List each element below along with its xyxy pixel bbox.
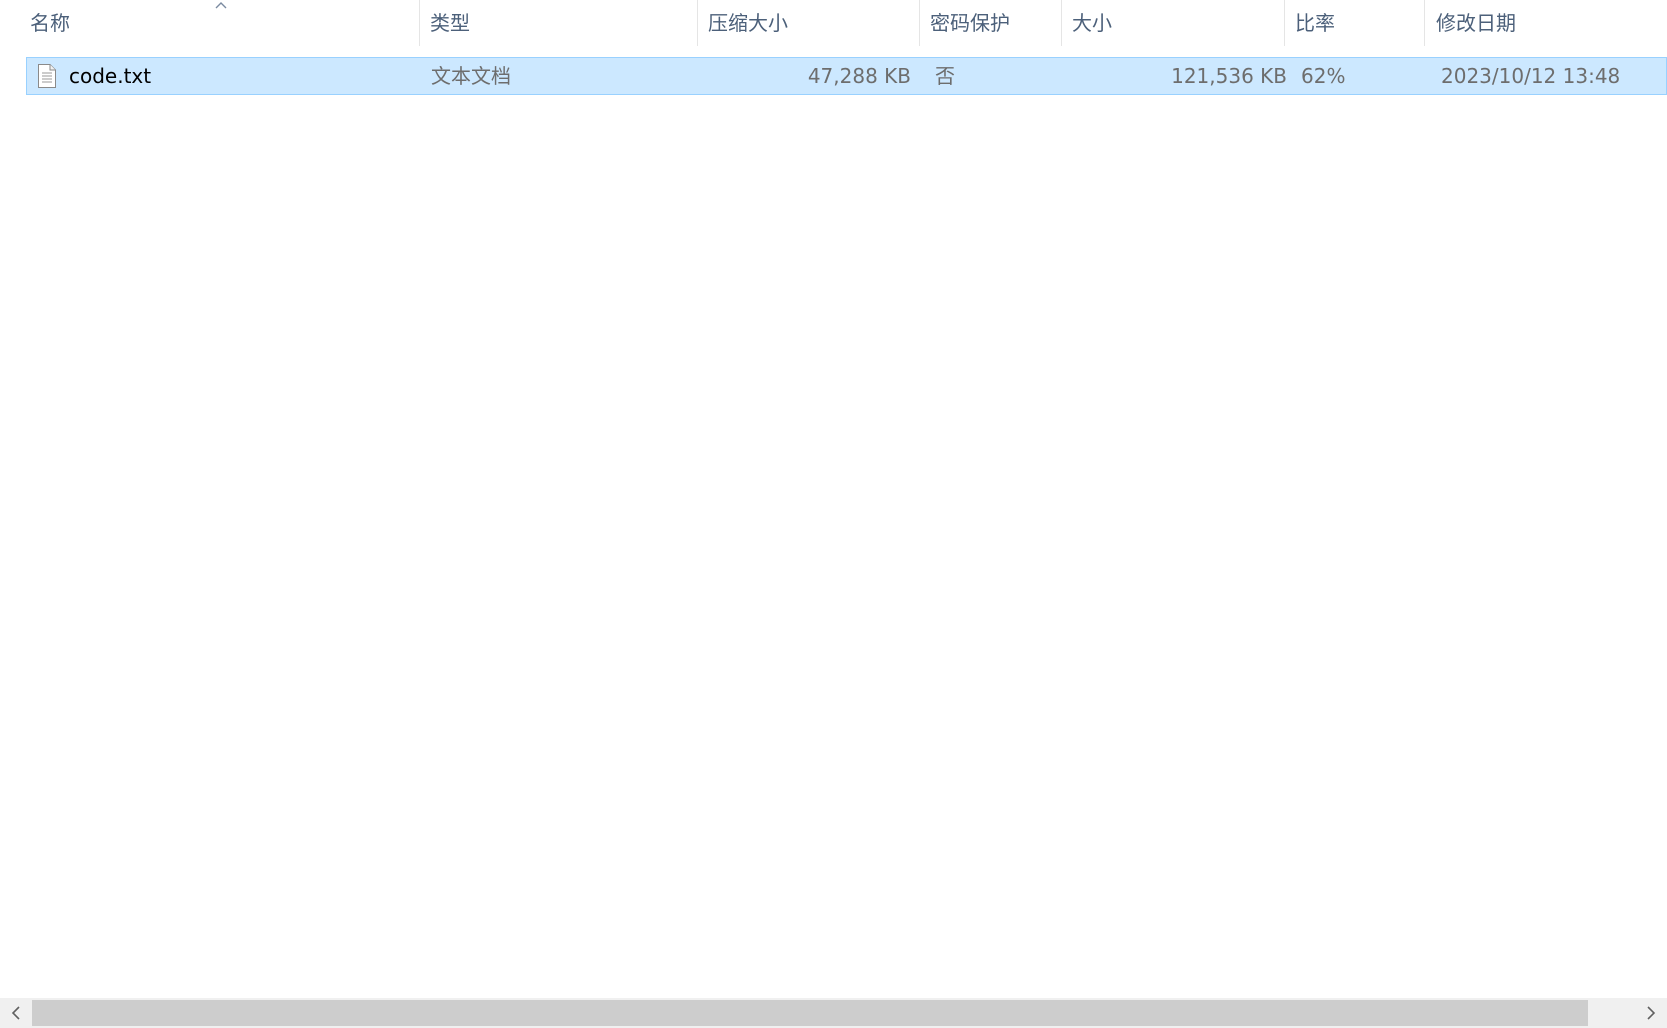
chevron-right-icon <box>1647 1006 1656 1020</box>
file-ratio: 62% <box>1301 64 1346 88</box>
file-size: 121,536 KB <box>1171 64 1287 88</box>
column-header-password[interactable]: 密码保护 <box>930 0 1060 46</box>
horizontal-scrollbar[interactable] <box>0 998 1667 1028</box>
column-header-type-label: 类型 <box>430 11 470 35</box>
column-header-name-label: 名称 <box>30 11 70 35</box>
column-header-ratio[interactable]: 比率 <box>1295 0 1425 46</box>
scroll-right-button[interactable] <box>1635 998 1667 1028</box>
column-header-password-label: 密码保护 <box>930 11 1010 35</box>
column-header-modified-label: 修改日期 <box>1436 11 1516 35</box>
file-type: 文本文档 <box>431 64 511 88</box>
column-divider[interactable] <box>697 0 698 46</box>
file-row[interactable]: code.txt 文本文档 47,288 KB 否 121,536 KB 62%… <box>26 57 1667 95</box>
file-compressed-size: 47,288 KB <box>807 64 911 88</box>
archive-file-list: 名称 类型 压缩大小 密码保护 大小 比率 修改日期 code.txt 文本文档… <box>0 0 1667 1028</box>
file-modified-date: 2023/10/12 13:48 <box>1441 64 1621 88</box>
column-header-ratio-label: 比率 <box>1295 11 1335 35</box>
file-name: code.txt <box>69 64 152 88</box>
column-header-compressed-size-label: 压缩大小 <box>708 11 788 35</box>
text-file-icon <box>38 64 56 88</box>
column-header-size[interactable]: 大小 <box>1072 0 1282 46</box>
chevron-left-icon <box>11 1006 20 1020</box>
column-divider[interactable] <box>1424 0 1425 46</box>
file-password-protected: 否 <box>935 64 955 88</box>
column-header-type[interactable]: 类型 <box>430 0 696 46</box>
column-header-compressed-size[interactable]: 压缩大小 <box>708 0 918 46</box>
column-divider[interactable] <box>919 0 920 46</box>
column-header-modified[interactable]: 修改日期 <box>1436 0 1667 46</box>
column-divider[interactable] <box>1284 0 1285 46</box>
scrollbar-thumb[interactable] <box>32 1000 1588 1026</box>
column-divider[interactable] <box>1061 0 1062 46</box>
chevron-up-icon <box>215 2 227 9</box>
column-header-size-label: 大小 <box>1072 11 1112 35</box>
scroll-left-button[interactable] <box>0 998 32 1028</box>
column-header: 名称 类型 压缩大小 密码保护 大小 比率 修改日期 <box>0 0 1667 46</box>
column-divider[interactable] <box>419 0 420 46</box>
